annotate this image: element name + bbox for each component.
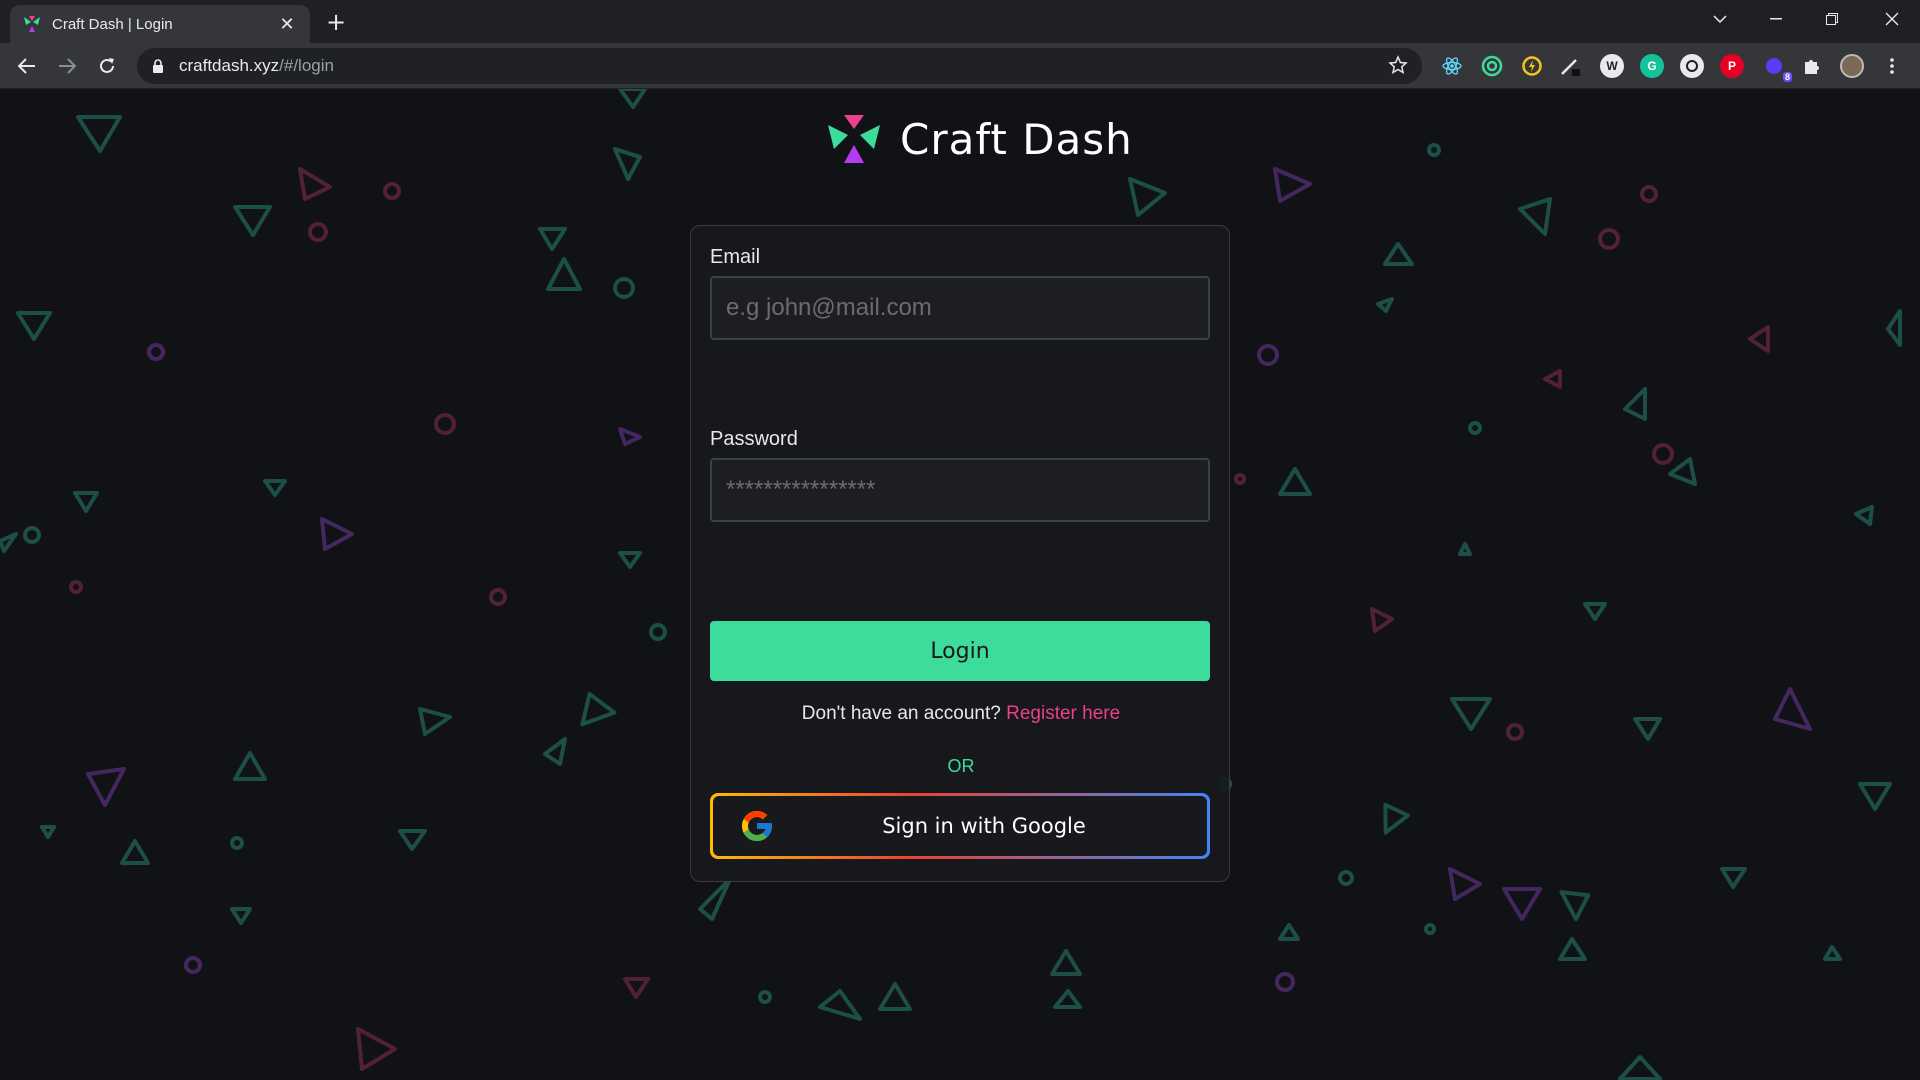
password-label: Password xyxy=(710,428,798,450)
or-divider: OR xyxy=(947,756,975,776)
browser-tab[interactable]: Craft Dash | Login ✕ xyxy=(10,5,310,43)
google-sign-in-inner: Sign in with Google xyxy=(713,796,1207,856)
google-g-icon xyxy=(742,811,772,841)
login-card: Email Password Login Don't have an accou… xyxy=(690,225,1230,882)
lock-icon xyxy=(153,59,163,73)
browser-toolbar: craftdash.xyz/#/login W G P 8 xyxy=(0,43,1920,89)
email-label: Email xyxy=(710,246,761,268)
register-prompt: Don't have an account? xyxy=(801,703,1001,724)
reload-button[interactable] xyxy=(92,51,122,81)
login-button[interactable]: Login xyxy=(710,621,1210,681)
register-prompt-line: Don't have an account? Register here xyxy=(691,703,1231,725)
google-sign-in-label: Sign in with Google xyxy=(882,814,1086,838)
react-devtools-extension-icon[interactable] xyxy=(1440,54,1464,78)
browser-tab-bar: Craft Dash | Login ✕ + xyxy=(0,0,1920,43)
extension-badge: 8 xyxy=(1782,72,1792,82)
url-path: /#/login xyxy=(279,56,334,75)
purple-extension-icon[interactable]: 8 xyxy=(1762,54,1792,82)
craft-dash-logo-icon xyxy=(828,115,880,163)
forward-arrow-icon xyxy=(59,58,76,74)
password-input[interactable] xyxy=(710,458,1210,522)
menu-kebab-icon[interactable] xyxy=(1880,54,1904,78)
new-tab-button[interactable]: + xyxy=(322,8,350,36)
craft-dash-favicon-icon xyxy=(24,16,40,32)
tab-search-icon[interactable] xyxy=(1692,0,1748,38)
forward-button[interactable] xyxy=(52,51,82,81)
back-button[interactable] xyxy=(12,51,42,81)
brand-name: Craft Dash xyxy=(900,114,1133,164)
minimize-button[interactable] xyxy=(1748,0,1804,38)
puzzle-extensions-icon[interactable] xyxy=(1800,54,1824,78)
yellow-extension-icon[interactable] xyxy=(1520,54,1544,78)
profile-avatar[interactable] xyxy=(1840,54,1864,78)
w-extension-icon[interactable]: W xyxy=(1600,54,1624,78)
pen-extension-icon[interactable] xyxy=(1558,54,1582,78)
tab-close-icon[interactable]: ✕ xyxy=(276,14,298,35)
reload-icon xyxy=(100,58,114,73)
circle-extension-icon[interactable] xyxy=(1680,54,1704,78)
grammarly-extension-icon[interactable]: G xyxy=(1640,54,1664,78)
email-input[interactable] xyxy=(710,276,1210,340)
google-sign-in-button[interactable]: Sign in with Google xyxy=(710,793,1210,859)
restore-button[interactable] xyxy=(1804,0,1860,38)
register-link[interactable]: Register here xyxy=(1006,703,1120,724)
target-extension-icon[interactable] xyxy=(1480,54,1504,78)
address-bar[interactable]: craftdash.xyz/#/login xyxy=(137,48,1422,84)
login-page: Craft Dash Email Password Login Don't ha… xyxy=(0,89,1920,1080)
pinterest-extension-icon[interactable]: P xyxy=(1720,54,1744,78)
brand-header: Craft Dash xyxy=(826,111,1133,167)
close-window-button[interactable] xyxy=(1864,0,1920,38)
tab-title: Craft Dash | Login xyxy=(52,15,173,33)
url-host: craftdash.xyz xyxy=(179,56,280,75)
bookmark-star-icon[interactable] xyxy=(1388,55,1408,75)
back-arrow-icon xyxy=(18,58,35,74)
